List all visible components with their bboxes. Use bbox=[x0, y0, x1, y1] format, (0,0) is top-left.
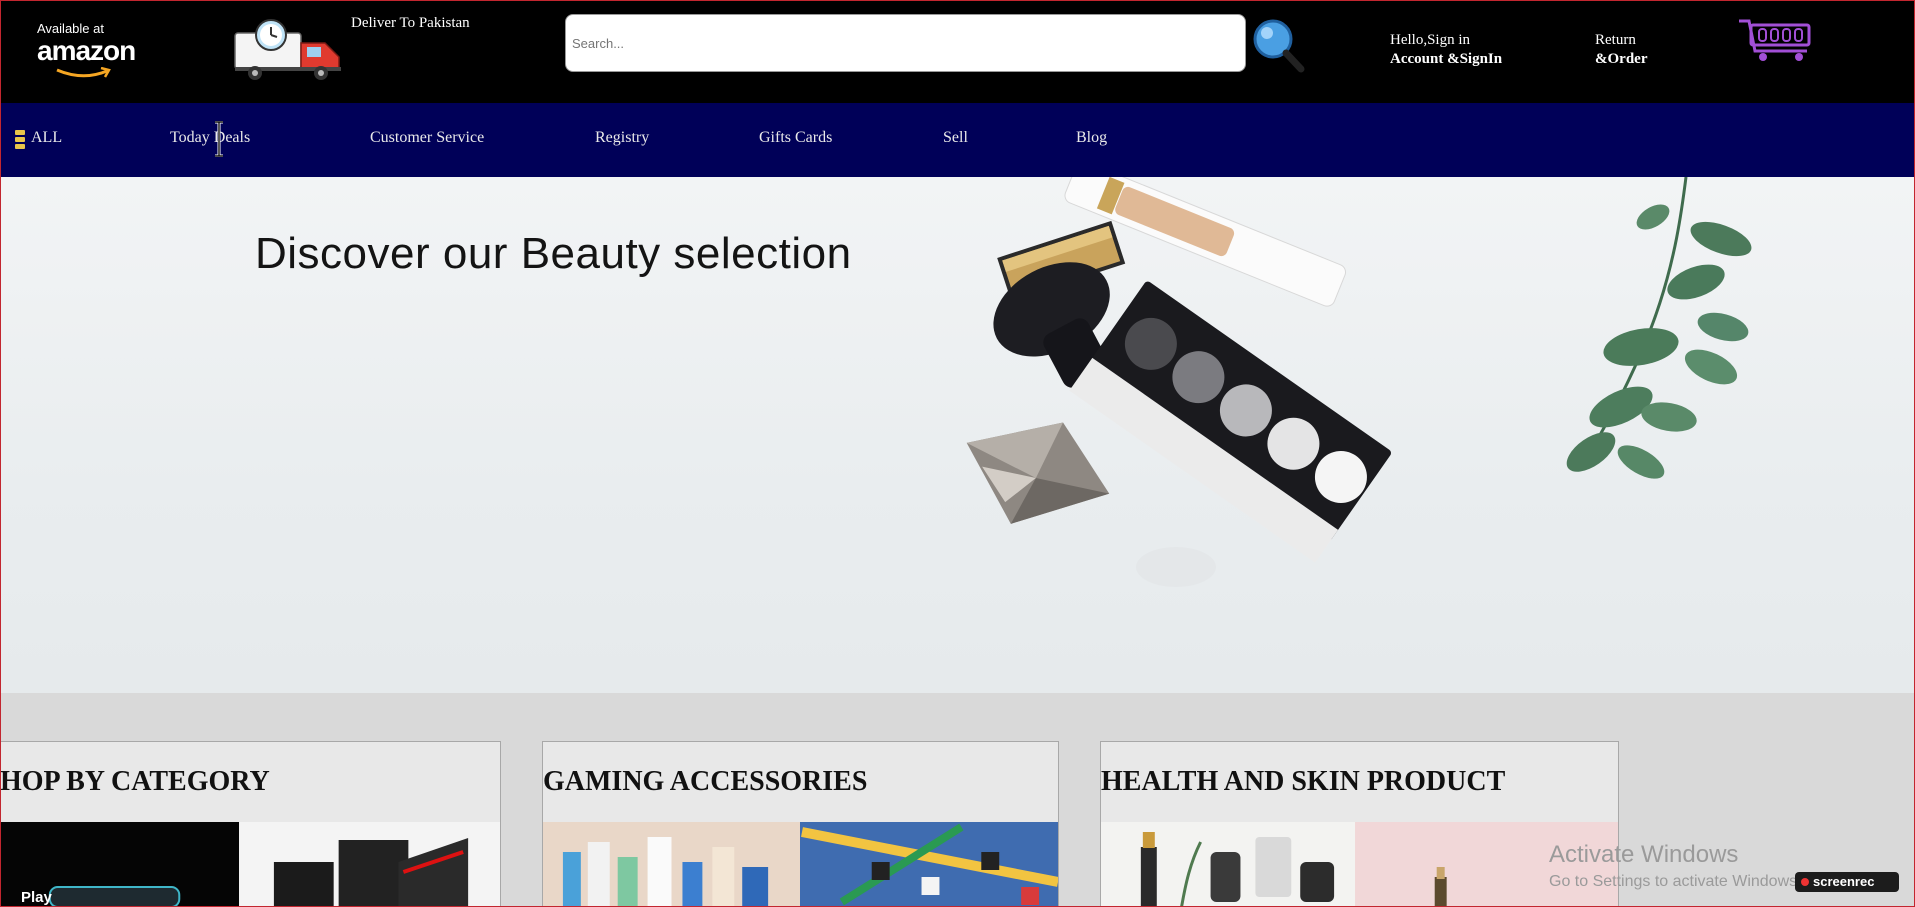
amazon-smile-icon bbox=[56, 67, 111, 78]
activate-windows-watermark: Activate Windows Go to Settings to activ… bbox=[1549, 841, 1802, 891]
search-input[interactable] bbox=[566, 15, 1245, 71]
hero-banner[interactable]: Discover our Beauty selection bbox=[1, 177, 1914, 693]
screenrec-badge: screenrec bbox=[1795, 872, 1899, 892]
card-shop-by-category[interactable]: HOP BY CATEGORY bbox=[0, 741, 501, 906]
return-text: Return bbox=[1595, 32, 1636, 48]
beauty-products-image bbox=[966, 177, 1752, 587]
card-health-skin-product[interactable]: HEALTH AND SKIN PRODUCT bbox=[1100, 741, 1619, 906]
gaming-accessories-image bbox=[543, 822, 1058, 906]
nav-registry[interactable]: Registry bbox=[595, 129, 649, 147]
nav-sell[interactable]: Sell bbox=[943, 129, 968, 147]
nav-blog[interactable]: Blog bbox=[1076, 129, 1107, 147]
card-title: GAMING ACCESSORIES bbox=[543, 766, 868, 797]
shopping-cart-icon bbox=[1739, 19, 1811, 61]
pc-products-image bbox=[1, 822, 500, 906]
hello-signin-text: Hello,Sign in bbox=[1390, 32, 1471, 48]
returns-orders[interactable]: Return &Order bbox=[1595, 31, 1647, 69]
nav-customer-service[interactable]: Customer Service bbox=[370, 129, 484, 147]
card-title: HEALTH AND SKIN PRODUCT bbox=[1101, 766, 1506, 797]
cart-button[interactable] bbox=[1737, 17, 1815, 65]
text-cursor-icon bbox=[215, 121, 223, 157]
logo-brand-text: amazon bbox=[37, 35, 136, 66]
order-text: &Order bbox=[1595, 51, 1648, 67]
deliver-to-label[interactable]: Deliver To Pakistan bbox=[351, 15, 470, 32]
account-signin-text: Account &SignIn bbox=[1390, 51, 1503, 67]
search-button[interactable] bbox=[1251, 17, 1305, 73]
nav-all[interactable]: ALL bbox=[31, 129, 62, 147]
screenrec-text: screenrec bbox=[1813, 874, 1875, 889]
top-header: Available at amazon Deliver To Pakistan bbox=[1, 1, 1914, 103]
menu-icon[interactable] bbox=[15, 130, 25, 150]
delivery-truck-icon bbox=[233, 19, 353, 81]
nav-gift-cards[interactable]: Gifts Cards bbox=[759, 129, 832, 147]
amazon-logo[interactable]: Available at amazon bbox=[37, 21, 137, 79]
skin-products-image bbox=[1101, 822, 1618, 906]
nav-bar: ALL Today Deals Customer Service Registr… bbox=[1, 103, 1914, 177]
play-label[interactable]: Play bbox=[21, 889, 52, 906]
search-box bbox=[565, 14, 1246, 72]
logo-available-text: Available at bbox=[37, 21, 104, 36]
activate-subtitle: Go to Settings to activate Windows. bbox=[1549, 873, 1802, 890]
magnifier-icon bbox=[1253, 19, 1305, 73]
activate-title: Activate Windows bbox=[1549, 841, 1739, 868]
record-dot-icon bbox=[1801, 878, 1809, 886]
card-title: HOP BY CATEGORY bbox=[0, 766, 270, 797]
account-signin[interactable]: Hello,Sign in Account &SignIn bbox=[1390, 31, 1502, 69]
page-frame: Available at amazon Deliver To Pakistan bbox=[0, 0, 1915, 907]
card-gaming-accessories[interactable]: GAMING ACCESSORIES bbox=[542, 741, 1059, 906]
nav-today-deals[interactable]: Today Deals bbox=[170, 129, 250, 147]
hero-title: Discover our Beauty selection bbox=[255, 229, 852, 278]
